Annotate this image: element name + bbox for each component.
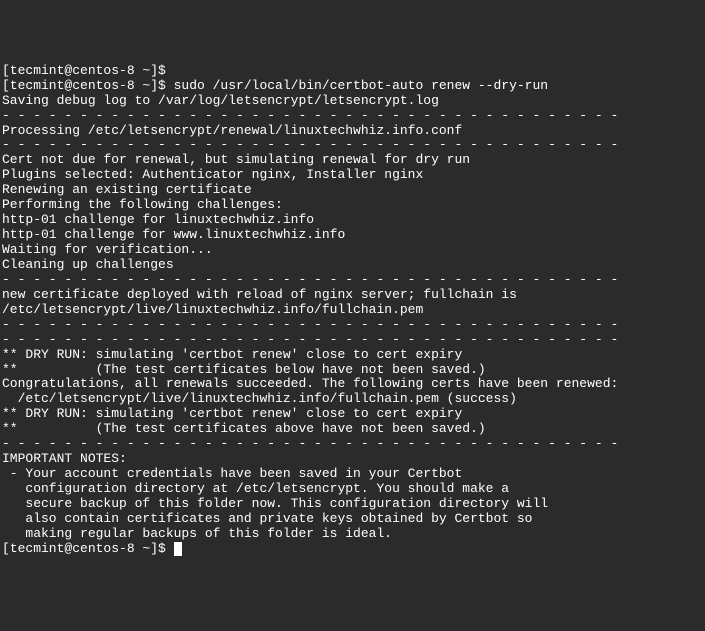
terminal-line: Waiting for verification... [2,243,703,258]
terminal-line: new certificate deployed with reload of … [2,288,703,303]
terminal-line: http-01 challenge for linuxtechwhiz.info [2,213,703,228]
terminal-line: - - - - - - - - - - - - - - - - - - - - … [2,138,703,153]
terminal-prompt-line: [tecmint@centos-8 ~]$ [2,542,703,557]
terminal-line: ** DRY RUN: simulating 'certbot renew' c… [2,407,703,422]
terminal-line: ** (The test certificates below have not… [2,363,703,378]
terminal-line: IMPORTANT NOTES: [2,452,703,467]
terminal-line: also contain certificates and private ke… [2,512,703,527]
terminal-line: [tecmint@centos-8 ~]$ sudo /usr/local/bi… [2,79,703,94]
terminal-line: configuration directory at /etc/letsencr… [2,482,703,497]
terminal-line: - - - - - - - - - - - - - - - - - - - - … [2,318,703,333]
terminal-line: - Your account credentials have been sav… [2,467,703,482]
terminal-line: http-01 challenge for www.linuxtechwhiz.… [2,228,703,243]
terminal-output[interactable]: [tecmint@centos-8 ~]$[tecmint@centos-8 ~… [2,64,703,557]
terminal-line: Plugins selected: Authenticator nginx, I… [2,168,703,183]
terminal-line: Cert not due for renewal, but simulating… [2,153,703,168]
terminal-line: ** DRY RUN: simulating 'certbot renew' c… [2,348,703,363]
terminal-line: /etc/letsencrypt/live/linuxtechwhiz.info… [2,392,703,407]
terminal-line: - - - - - - - - - - - - - - - - - - - - … [2,109,703,124]
cursor-icon [174,542,182,556]
terminal-line: Congratulations, all renewals succeeded.… [2,377,703,392]
terminal-line: - - - - - - - - - - - - - - - - - - - - … [2,333,703,348]
terminal-line: ** (The test certificates above have not… [2,422,703,437]
terminal-line: - - - - - - - - - - - - - - - - - - - - … [2,437,703,452]
terminal-line: making regular backups of this folder is… [2,527,703,542]
terminal-line: secure backup of this folder now. This c… [2,497,703,512]
terminal-line: - - - - - - - - - - - - - - - - - - - - … [2,273,703,288]
terminal-line: Cleaning up challenges [2,258,703,273]
terminal-line: Saving debug log to /var/log/letsencrypt… [2,94,703,109]
terminal-line: Processing /etc/letsencrypt/renewal/linu… [2,124,703,139]
terminal-line: [tecmint@centos-8 ~]$ [2,64,703,79]
terminal-line: /etc/letsencrypt/live/linuxtechwhiz.info… [2,303,703,318]
terminal-line: Performing the following challenges: [2,198,703,213]
terminal-line: Renewing an existing certificate [2,183,703,198]
terminal-prompt: [tecmint@centos-8 ~]$ [2,541,174,556]
